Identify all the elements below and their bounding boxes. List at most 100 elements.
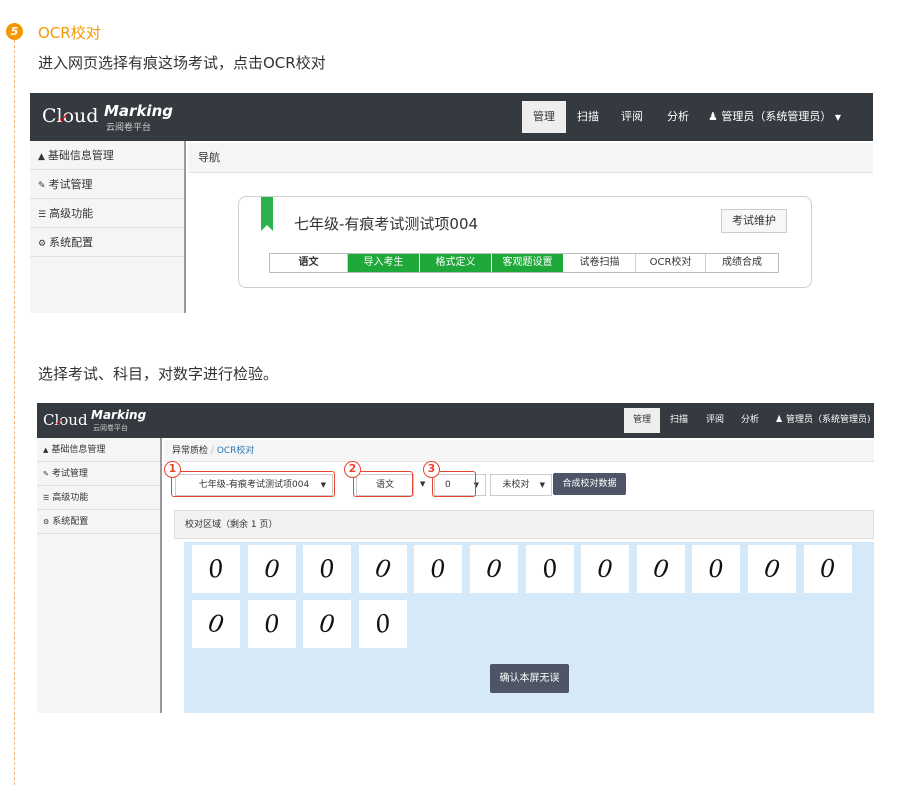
nav-manage[interactable]: 管理	[522, 101, 566, 133]
breadcrumb-current: OCR校对	[216, 446, 255, 456]
digit-cell[interactable]: 0	[303, 600, 352, 648]
sidebar-item-exam-manage[interactable]: ✎ 考试管理	[30, 170, 184, 199]
user-icon: ♟	[708, 110, 718, 123]
sidebar-item-basic-info[interactable]: ▲ 基础信息管理	[30, 141, 184, 170]
digit-value: 0	[318, 609, 337, 639]
status-select[interactable]: 未校对 ▼	[490, 474, 552, 496]
digit-value: 0	[429, 554, 447, 584]
check-mark-icon-2: ✓	[55, 416, 65, 429]
exam-workflow-tabs: 语文 导入考生 格式定义 客观题设置 试卷扫描 OCR校对 成绩合成	[269, 253, 779, 273]
user-menu-2[interactable]: ♟ 管理员（系统管理员)	[775, 408, 874, 433]
user-name-2: 管理员（系统管理员)	[785, 415, 871, 425]
merge-check-data-button[interactable]: 合成校对数据	[553, 473, 626, 495]
digit-value: 0	[708, 554, 725, 584]
nav-analysis-2[interactable]: 分析	[735, 408, 765, 433]
instruction-first: 进入网页选择有痕这场考试，点击OCR校对	[38, 54, 326, 72]
check-area: 0 0 0 0 0 0 0 0 0 0 0 0 0 0 0 0 确认本屏无误	[184, 542, 874, 713]
exam-title: 七年级-有痕考试测试项004	[294, 215, 479, 233]
highlight-box-3	[432, 471, 476, 497]
sitemap-icon: ▲	[43, 446, 49, 454]
digit-cell[interactable]: 0	[358, 545, 407, 593]
nav-scan-2[interactable]: 扫描	[664, 408, 694, 433]
highlight-box-1	[171, 471, 335, 497]
digit-value: 0	[539, 553, 560, 585]
top-navbar-2: Cloud ✓ Marking 云阅卷平台 管理 扫描 评阅 分析 ♟ 管理员（…	[37, 403, 874, 438]
instruction-second: 选择考试、科目，对数字进行检验。	[38, 365, 279, 383]
callout-3: 3	[423, 461, 440, 478]
digit-cell[interactable]: 0	[247, 545, 296, 593]
digit-value: 0	[596, 554, 614, 584]
top-navbar: Cloud ✓ Marking 云阅卷平台 管理 扫描 评阅 分析 ♟ 管理员（…	[30, 93, 873, 141]
bookmark-icon	[261, 197, 273, 231]
caret-down-icon: ▼	[539, 481, 545, 489]
digit-value: 0	[819, 555, 836, 583]
digit-value: 0	[262, 609, 281, 639]
sidebar-item-advanced[interactable]: ☰ 高级功能	[30, 199, 184, 228]
digit-cell[interactable]: 0	[636, 545, 685, 593]
digit-value: 0	[318, 554, 337, 584]
digit-cell[interactable]: 0	[525, 545, 574, 593]
sidebar-item-system-config-2[interactable]: ⚙ 系统配置	[37, 510, 160, 534]
check-area-header: 校对区域（剩余 1 页）	[174, 510, 874, 539]
edit-icon: ✎	[38, 181, 46, 191]
digit-cell[interactable]: 0	[581, 545, 630, 593]
tab-format-definition[interactable]: 格式定义	[420, 254, 492, 272]
sitemap-icon: ▲	[38, 152, 45, 162]
digit-value: 0	[206, 554, 226, 584]
edit-icon: ✎	[43, 470, 49, 478]
breadcrumb-parent[interactable]: 异常质检	[172, 446, 208, 456]
exam-card: 七年级-有痕考试测试项004 考试维护 语文 导入考生 格式定义 客观题设置 试…	[238, 196, 812, 288]
digit-cell[interactable]: 0	[803, 545, 852, 593]
caret-down-icon: ▼	[834, 113, 842, 122]
digit-cell[interactable]: 0	[358, 600, 407, 648]
tab-objective-settings[interactable]: 客观题设置	[492, 254, 564, 272]
exam-maintain-button[interactable]: 考试维护	[721, 209, 787, 233]
nav-review[interactable]: 评阅	[614, 101, 650, 133]
sidebar-item-basic-info-2[interactable]: ▲ 基础信息管理	[37, 438, 160, 462]
tab-paper-scan[interactable]: 试卷扫描	[564, 254, 636, 272]
gears-icon: ⚙	[43, 518, 50, 526]
user-name: 管理员（系统管理员）	[721, 110, 832, 123]
digit-cell[interactable]: 0	[748, 545, 796, 593]
digit-value: 0	[206, 608, 226, 640]
digit-cell[interactable]: 0	[303, 545, 352, 593]
gears-icon: ⚙	[38, 239, 47, 249]
tab-ocr-check[interactable]: OCR校对	[636, 254, 706, 272]
cloudmarking-logo-2: Cloud ✓ Marking 云阅卷平台	[43, 408, 147, 432]
nav-scan[interactable]: 扫描	[570, 101, 606, 133]
digit-value: 0	[762, 553, 782, 585]
tab-subject[interactable]: 语文	[270, 254, 348, 272]
tab-import-students[interactable]: 导入考生	[348, 254, 420, 272]
user-menu[interactable]: ♟ 管理员（系统管理员） ▼	[708, 101, 858, 133]
screenshot-ocr-check: Cloud ✓ Marking 云阅卷平台 管理 扫描 评阅 分析 ♟ 管理员（…	[37, 403, 874, 713]
list-icon: ☰	[38, 210, 47, 220]
step-guide-line	[14, 30, 15, 785]
digit-cell[interactable]: 0	[414, 545, 463, 593]
sidebar-item-system-config[interactable]: ⚙ 系统配置	[30, 228, 184, 257]
tab-score-merge[interactable]: 成绩合成	[706, 254, 778, 272]
breadcrumb-2: 异常质检 / OCR校对	[164, 440, 874, 462]
cloudmarking-logo: Cloud ✓ Marking 云阅卷平台	[42, 102, 173, 133]
sidebar-item-advanced-2[interactable]: ☰ 高级功能	[37, 486, 160, 510]
digit-value: 0	[484, 554, 504, 584]
digit-cell[interactable]: 0	[192, 545, 240, 593]
check-mark-icon: ✓	[58, 111, 70, 127]
user-icon-2: ♟	[775, 415, 784, 425]
nav-review-2[interactable]: 评阅	[700, 408, 730, 433]
nav-manage-2[interactable]: 管理	[624, 408, 660, 433]
sidebar-item-exam-manage-2[interactable]: ✎ 考试管理	[37, 462, 160, 486]
callout-1: 1	[164, 461, 181, 478]
digit-cell[interactable]: 0	[470, 545, 518, 593]
digit-cell[interactable]: 0	[692, 545, 741, 593]
step-number-badge: 5	[6, 23, 23, 40]
digit-cell[interactable]: 0	[247, 600, 296, 648]
highlight-box-2	[353, 471, 413, 497]
nav-analysis[interactable]: 分析	[660, 101, 696, 133]
digit-value: 0	[262, 554, 281, 584]
digit-cell[interactable]: 0	[192, 600, 240, 648]
callout-2: 2	[344, 461, 361, 478]
step-title: OCR校对	[38, 24, 101, 42]
confirm-screen-button[interactable]: 确认本屏无误	[490, 664, 569, 693]
digit-value: 0	[372, 608, 394, 640]
breadcrumb: 导航	[188, 143, 873, 173]
